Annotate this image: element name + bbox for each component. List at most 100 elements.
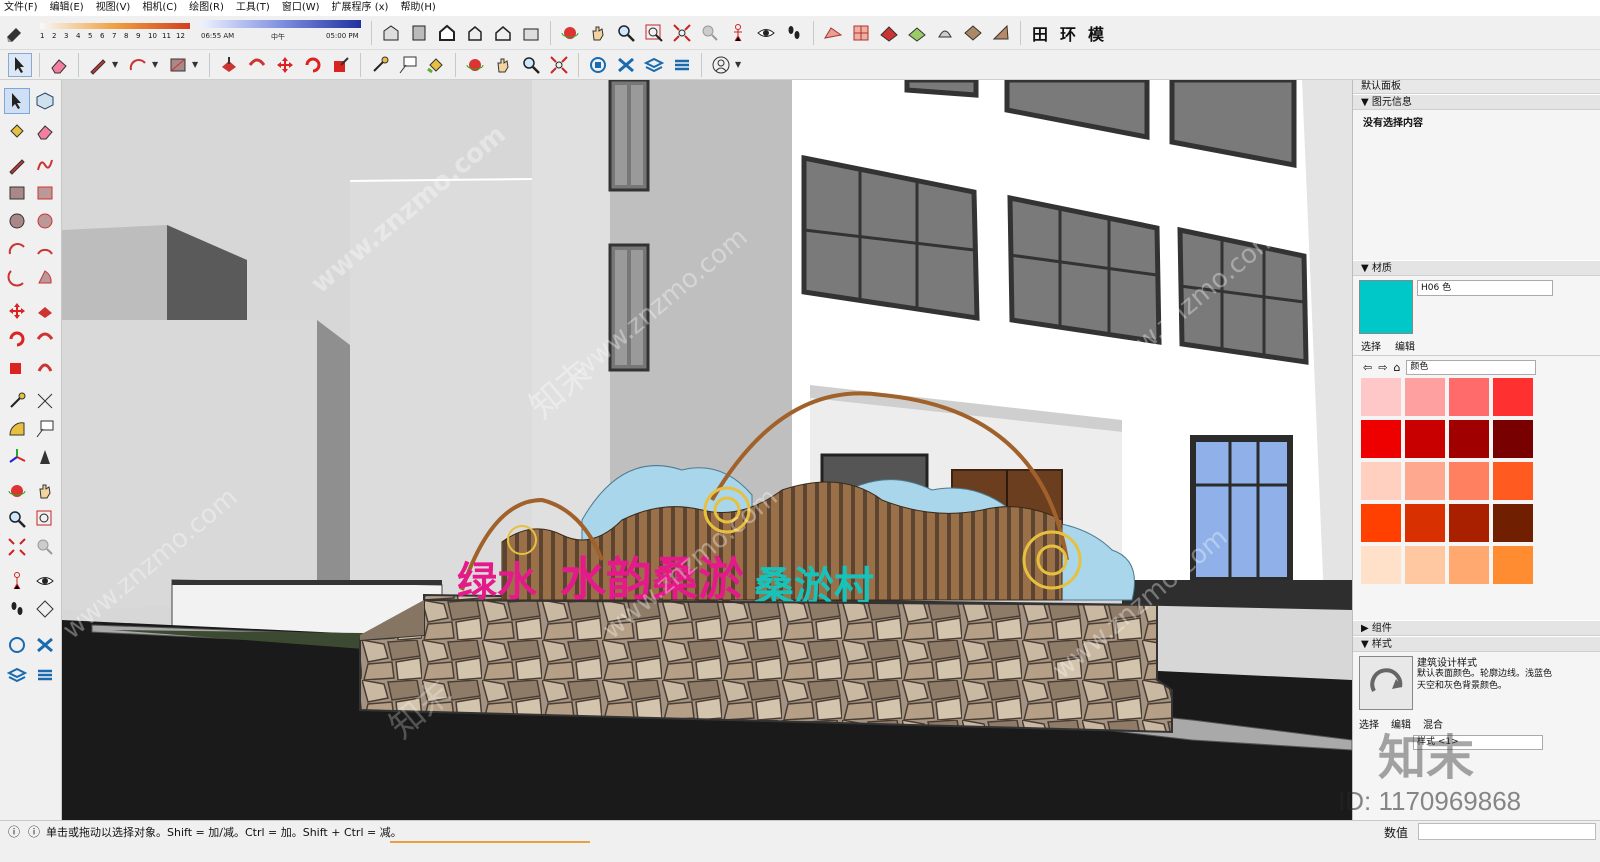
zoom-extents-button[interactable] (670, 21, 694, 45)
zoom-window-button[interactable] (642, 21, 666, 45)
text-tool-button[interactable] (396, 53, 420, 77)
eraser-tool-button[interactable] (32, 118, 58, 144)
stamp-button[interactable] (905, 21, 929, 45)
color-swatch[interactable] (1449, 420, 1489, 458)
zoom-extents2-button[interactable] (547, 53, 571, 77)
materials-header[interactable]: ▼ 材质 (1353, 260, 1600, 276)
back-view-button[interactable] (491, 21, 515, 45)
circle-tool-button[interactable] (4, 208, 30, 234)
rotate-tool-button[interactable] (4, 326, 30, 352)
shadow-settings[interactable]: 1 2 3 4 5 6 7 8 9 10 11 12 06:55 AM 中午 0… (36, 18, 366, 48)
layers-button[interactable] (4, 662, 30, 688)
info-icon[interactable]: ⓘ (28, 823, 40, 840)
model-viewport[interactable]: 绿水 水韵桑淤 桑淤村 www.znzmo.com www.znzmo.com … (62, 80, 1352, 820)
eraser-tool-button[interactable] (47, 53, 71, 77)
menu-edit[interactable]: 编辑(E) (44, 0, 90, 16)
back-arrow-icon[interactable]: ⇦ (1363, 361, 1372, 374)
protractor-button[interactable] (4, 416, 30, 442)
menu-window[interactable]: 窗口(W) (276, 0, 326, 16)
styles-header[interactable]: ▼ 样式 (1353, 636, 1600, 652)
two-point-arc-button[interactable] (32, 236, 58, 262)
sandbox-contours-button[interactable] (821, 21, 845, 45)
layers-button[interactable] (642, 53, 666, 77)
front-view-button[interactable] (435, 21, 459, 45)
move-tool-button[interactable] (273, 53, 297, 77)
iso-view-button[interactable] (379, 21, 403, 45)
orbit-button[interactable] (4, 478, 30, 504)
extension-warehouse-button[interactable] (614, 53, 638, 77)
color-swatch[interactable] (1449, 546, 1489, 584)
dimension-tool-button[interactable] (32, 388, 58, 414)
flip-edge-button[interactable] (989, 21, 1013, 45)
menu-camera[interactable]: 相机(C) (136, 0, 183, 16)
color-swatch[interactable] (1361, 378, 1401, 416)
account-button[interactable] (709, 53, 733, 77)
walk-button[interactable] (782, 21, 806, 45)
add-detail-button[interactable] (961, 21, 985, 45)
entity-info-header[interactable]: ▼ 图元信息 (1353, 94, 1600, 110)
right-view-button[interactable] (463, 21, 487, 45)
shadow-toggle-button[interactable] (2, 21, 26, 45)
account-dropdown[interactable]: ▼ (735, 60, 743, 69)
color-swatch[interactable] (1405, 378, 1445, 416)
position-camera-button[interactable] (4, 568, 30, 594)
zoom-window-button[interactable] (32, 506, 58, 532)
menu-tools[interactable]: 工具(T) (230, 0, 276, 16)
make-component-button[interactable] (32, 88, 58, 114)
extension-manager-button[interactable] (32, 662, 58, 688)
left-view-button[interactable] (519, 21, 543, 45)
plugin-tian-button[interactable]: 田 (1028, 21, 1052, 45)
look-around-button[interactable] (754, 21, 778, 45)
smoove-button[interactable] (877, 21, 901, 45)
zoom-extents-button[interactable] (4, 534, 30, 560)
look-around-button[interactable] (32, 568, 58, 594)
color-swatch[interactable] (1361, 504, 1401, 542)
geo-location-icon[interactable]: ⓘ (8, 823, 20, 840)
follow-me-button[interactable] (32, 326, 58, 352)
previous-view-button[interactable] (698, 21, 722, 45)
extension-warehouse-button[interactable] (32, 632, 58, 658)
color-swatch[interactable] (1493, 378, 1533, 416)
arc-dropdown[interactable]: ▼ (152, 60, 160, 69)
color-swatch[interactable] (1361, 420, 1401, 458)
color-swatch[interactable] (1493, 546, 1533, 584)
offset-tool-button[interactable] (32, 354, 58, 380)
tab-select[interactable]: 选择 (1353, 338, 1389, 353)
menu-help[interactable]: 帮助(H) (394, 0, 441, 16)
warehouse-button[interactable] (586, 53, 610, 77)
color-swatch[interactable] (1361, 462, 1401, 500)
plugin-huan-button[interactable]: 环 (1056, 21, 1080, 45)
orbit-button[interactable] (558, 21, 582, 45)
top-view-button[interactable] (407, 21, 431, 45)
plugin-mo-button[interactable]: 模 (1084, 21, 1108, 45)
pan-button[interactable] (586, 21, 610, 45)
follow-me-button[interactable] (245, 53, 269, 77)
color-swatch[interactable] (1449, 378, 1489, 416)
material-library-select[interactable]: 颜色 (1406, 359, 1537, 375)
line-tool-button[interactable] (86, 53, 110, 77)
zoom-button[interactable] (4, 506, 30, 532)
paint-bucket-button[interactable] (424, 53, 448, 77)
3d-text-button[interactable] (32, 444, 58, 470)
material-name-field[interactable]: H06 色 (1417, 280, 1553, 296)
tape-measure-button[interactable] (368, 53, 392, 77)
pan-button[interactable] (32, 478, 58, 504)
arc-tool-button[interactable] (126, 53, 150, 77)
measurements-input[interactable] (1418, 823, 1596, 840)
month-slider[interactable] (40, 22, 190, 29)
zoom2-button[interactable] (519, 53, 543, 77)
pie-tool-button[interactable] (32, 264, 58, 290)
move-tool-button[interactable] (4, 298, 30, 324)
time-slider[interactable] (201, 19, 361, 28)
color-swatch[interactable] (1405, 504, 1445, 542)
color-swatch[interactable] (1405, 546, 1445, 584)
home-icon[interactable]: ⌂ (1393, 361, 1400, 374)
extension-manager-button[interactable] (670, 53, 694, 77)
shape-dropdown[interactable]: ▼ (192, 60, 200, 69)
select-tool-button[interactable] (4, 88, 30, 114)
rectangle-tool-button[interactable] (4, 180, 30, 206)
color-swatch[interactable] (1493, 504, 1533, 542)
arc-tool-button[interactable] (4, 236, 30, 262)
three-point-arc-button[interactable] (4, 264, 30, 290)
push-pull-button[interactable] (217, 53, 241, 77)
